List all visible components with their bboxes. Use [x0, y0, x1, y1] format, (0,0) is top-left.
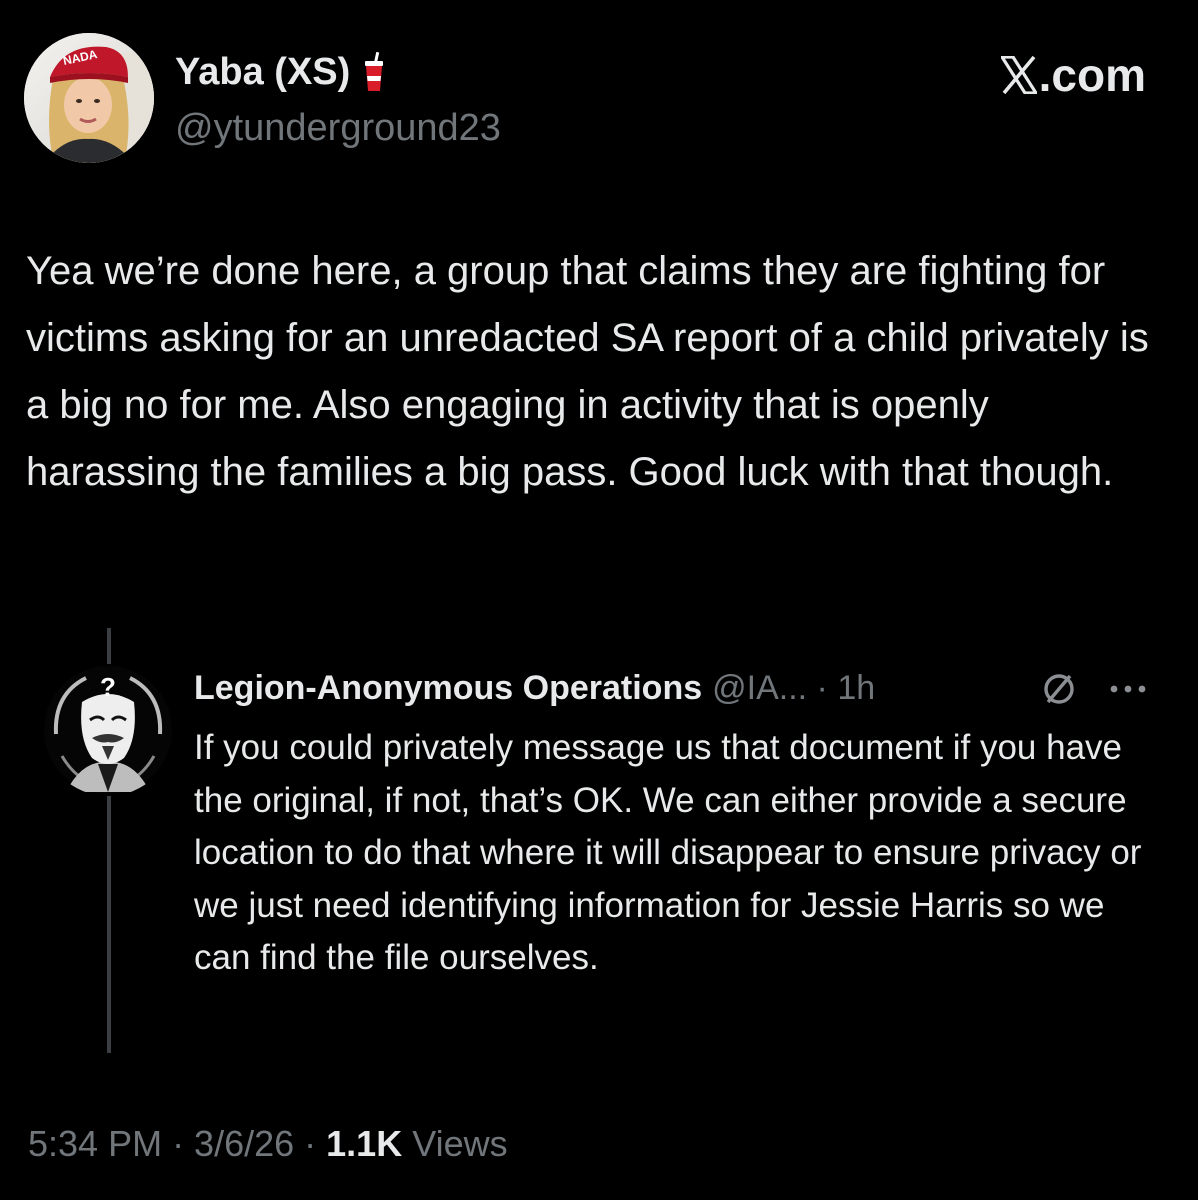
quoted-author-avatar[interactable]: ?: [42, 664, 174, 796]
quoted-avatar-mark: ?: [100, 672, 116, 702]
more-options-icon[interactable]: [1106, 682, 1150, 696]
quoted-tweet-text: If you could privately message us that d…: [194, 728, 1142, 977]
x-logo-icon: [1000, 56, 1037, 94]
views-label: Views: [402, 1123, 508, 1164]
cup-with-straw-icon: [365, 52, 384, 91]
author-display-name[interactable]: Yaba (XS): [175, 50, 386, 94]
views-count: 1.1K: [326, 1123, 403, 1164]
tweet-footer-meta: 5:34 PM · 3/6/26 · 1.1K Views: [28, 1120, 508, 1168]
quoted-author-meta[interactable]: @IA... · 1h: [712, 664, 875, 712]
quoted-avatar-image: ?: [44, 666, 172, 794]
quoted-tweet-header: Legion-Anonymous Operations @IA... · 1h: [194, 664, 875, 712]
quoted-author-name[interactable]: Legion-Anonymous Operations: [194, 664, 702, 712]
brand-watermark: .com: [1000, 49, 1146, 101]
tweet-timestamp[interactable]: 5:34 PM · 3/6/26 ·: [28, 1123, 326, 1164]
author-avatar[interactable]: NADA: [24, 33, 154, 163]
author-avatar-image: NADA: [24, 33, 154, 163]
author-handle[interactable]: @ytunderground23: [175, 106, 501, 150]
brand-label: .com: [1038, 49, 1146, 101]
prohibited-icon: [1044, 674, 1074, 704]
tweet-text: Yea we’re done here, a group that claims…: [26, 249, 1149, 494]
author-name-text: Yaba (XS): [175, 51, 351, 93]
